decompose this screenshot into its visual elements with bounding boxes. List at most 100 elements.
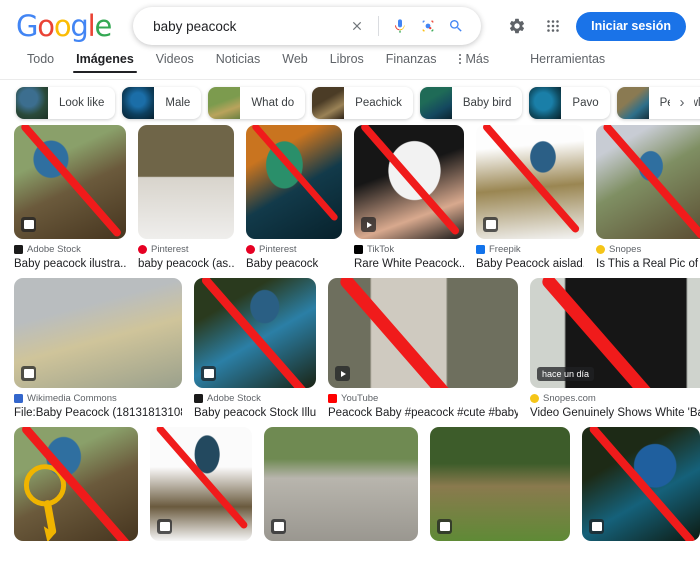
tab-finanzas[interactable]: Finanzas bbox=[375, 52, 448, 73]
result-title[interactable]: Is This a Real Pic of a Baby P... bbox=[596, 257, 700, 271]
result-thumbnail[interactable] bbox=[476, 125, 584, 239]
tab-web[interactable]: Web bbox=[271, 52, 318, 73]
result-source[interactable]: YouTube bbox=[328, 393, 518, 404]
result-title[interactable]: Baby peacock Stock Illust... bbox=[194, 406, 316, 420]
result-title[interactable]: Baby peacock bbox=[246, 257, 342, 271]
tab-videos[interactable]: Videos bbox=[145, 52, 205, 73]
close-icon[interactable] bbox=[344, 13, 370, 39]
result-title[interactable]: File:Baby Peacock (18131813108).... bbox=[14, 406, 182, 420]
result-title[interactable]: Video Genuinely Shows White 'Baby Peac..… bbox=[530, 406, 700, 420]
image-results-grid: Adobe Stock Baby peacock ilustra... Pinter… bbox=[0, 125, 700, 541]
result-thumbnail[interactable] bbox=[430, 427, 570, 541]
search-input[interactable] bbox=[151, 17, 345, 35]
source-name: Pinterest bbox=[259, 244, 297, 255]
gear-icon[interactable] bbox=[504, 13, 530, 39]
result-thumbnail[interactable] bbox=[14, 125, 126, 239]
search-bar-actions bbox=[344, 13, 469, 39]
tab-more-label: Más bbox=[465, 52, 490, 66]
image-result-card[interactable]: YouTube Peacock Baby #peacock #cute #baby… bbox=[328, 278, 518, 420]
source-favicon-icon bbox=[246, 245, 255, 254]
image-badge-icon bbox=[483, 217, 498, 232]
image-result-card[interactable] bbox=[150, 427, 252, 541]
image-result-card[interactable] bbox=[264, 427, 418, 541]
search-icon[interactable] bbox=[443, 13, 469, 39]
image-result-card[interactable]: Snopes Is This a Real Pic of a Baby P... bbox=[596, 125, 700, 271]
image-result-card[interactable] bbox=[14, 427, 138, 541]
image-result-card[interactable]: TikTok Rare White Peacock... bbox=[354, 125, 464, 271]
result-thumbnail[interactable] bbox=[150, 427, 252, 541]
results-row: Wikimedia Commons File:Baby Peacock (1813… bbox=[14, 278, 700, 420]
tab-more[interactable]: Más bbox=[448, 52, 501, 73]
result-thumbnail[interactable] bbox=[14, 278, 182, 388]
chip-look-like[interactable]: Look like bbox=[16, 86, 116, 119]
chip-pavo[interactable]: Pavo bbox=[529, 86, 610, 119]
red-strikethrough-annotation bbox=[603, 125, 700, 239]
chip-peachick[interactable]: Peachick bbox=[312, 86, 413, 119]
source-name: YouTube bbox=[341, 393, 379, 404]
result-title[interactable]: Peacock Baby #peacock #cute #baby #h... bbox=[328, 406, 518, 420]
result-meta: TikTok Rare White Peacock... bbox=[354, 239, 464, 271]
result-source[interactable]: Adobe Stock bbox=[14, 244, 126, 255]
chip-male[interactable]: Male bbox=[122, 86, 202, 119]
google-logo[interactable]: Google bbox=[16, 9, 112, 43]
image-result-card[interactable]: Adobe Stock Baby peacock Stock Illust... bbox=[194, 278, 316, 420]
result-source[interactable]: Pinterest bbox=[246, 244, 342, 255]
tab-imgenes[interactable]: Imágenes bbox=[65, 52, 145, 73]
chip-what-do[interactable]: What do bbox=[208, 86, 306, 119]
image-result-card[interactable]: Freepik Baby Peacock aislad... bbox=[476, 125, 584, 271]
tools-button[interactable]: Herramientas bbox=[500, 52, 616, 73]
chips-next-icon[interactable]: › bbox=[670, 90, 694, 115]
result-source[interactable]: Freepik bbox=[476, 244, 584, 255]
result-thumbnail[interactable]: hace un día bbox=[530, 278, 700, 388]
result-thumbnail[interactable] bbox=[328, 278, 518, 388]
result-thumbnail[interactable] bbox=[582, 427, 700, 541]
result-thumbnail[interactable] bbox=[14, 427, 138, 541]
result-title[interactable]: Rare White Peacock... bbox=[354, 257, 464, 271]
header-actions: Iniciar sesión bbox=[504, 0, 686, 52]
results-row bbox=[14, 427, 700, 541]
tab-noticias[interactable]: Noticias bbox=[205, 52, 271, 73]
image-badge-icon bbox=[21, 366, 36, 381]
image-result-card[interactable]: Adobe Stock Baby peacock ilustra... bbox=[14, 125, 126, 271]
chip-thumbnail bbox=[16, 86, 48, 119]
result-thumbnail[interactable] bbox=[138, 125, 234, 239]
result-thumbnail[interactable] bbox=[246, 125, 342, 239]
result-thumbnail[interactable] bbox=[264, 427, 418, 541]
image-result-card[interactable] bbox=[430, 427, 570, 541]
google-lens-icon[interactable] bbox=[415, 13, 441, 39]
result-source[interactable]: Pinterest bbox=[138, 244, 234, 255]
source-favicon-icon bbox=[530, 394, 539, 403]
apps-grid-icon[interactable] bbox=[540, 13, 566, 39]
result-thumbnail[interactable] bbox=[354, 125, 464, 239]
result-meta: Adobe Stock Baby peacock Stock Illust... bbox=[194, 388, 316, 420]
image-result-card[interactable] bbox=[582, 427, 700, 541]
image-badge-icon bbox=[157, 519, 172, 534]
page-header: Google baby peacock Iniciar sesión bbox=[0, 0, 700, 52]
tab-todo[interactable]: Todo bbox=[16, 52, 65, 73]
chip-baby-bird[interactable]: Baby bird bbox=[419, 86, 523, 119]
source-name: Wikimedia Commons bbox=[27, 393, 117, 404]
result-thumbnail[interactable] bbox=[596, 125, 700, 239]
result-source[interactable]: Adobe Stock bbox=[194, 393, 316, 404]
result-source[interactable]: Snopes bbox=[596, 244, 700, 255]
result-source[interactable]: TikTok bbox=[354, 244, 464, 255]
tab-libros[interactable]: Libros bbox=[319, 52, 375, 73]
image-badge-icon bbox=[589, 519, 604, 534]
search-bar[interactable] bbox=[133, 7, 482, 45]
result-thumbnail[interactable] bbox=[194, 278, 316, 388]
image-result-card[interactable]: Pinterest baby peacock (as... bbox=[138, 125, 234, 271]
result-meta: Snopes.com Video Genuinely Shows White 'B… bbox=[530, 388, 700, 420]
result-source[interactable]: Wikimedia Commons bbox=[14, 393, 182, 404]
microphone-icon[interactable] bbox=[387, 13, 413, 39]
chip-thumbnail bbox=[122, 86, 155, 119]
more-dots-icon bbox=[458, 54, 461, 64]
sign-in-button[interactable]: Iniciar sesión bbox=[576, 11, 686, 41]
result-title[interactable]: Baby peacock ilustra... bbox=[14, 257, 126, 271]
result-title[interactable]: Baby Peacock aislad... bbox=[476, 257, 584, 271]
image-result-card[interactable]: Pinterest Baby peacock bbox=[246, 125, 342, 271]
result-title[interactable]: baby peacock (as... bbox=[138, 257, 234, 271]
result-source[interactable]: Snopes.com bbox=[530, 393, 700, 404]
image-badge-icon bbox=[437, 519, 452, 534]
image-result-card[interactable]: Wikimedia Commons File:Baby Peacock (1813… bbox=[14, 278, 182, 420]
image-result-card[interactable]: hace un día Snopes.com Video Genuinely Sho… bbox=[530, 278, 700, 420]
